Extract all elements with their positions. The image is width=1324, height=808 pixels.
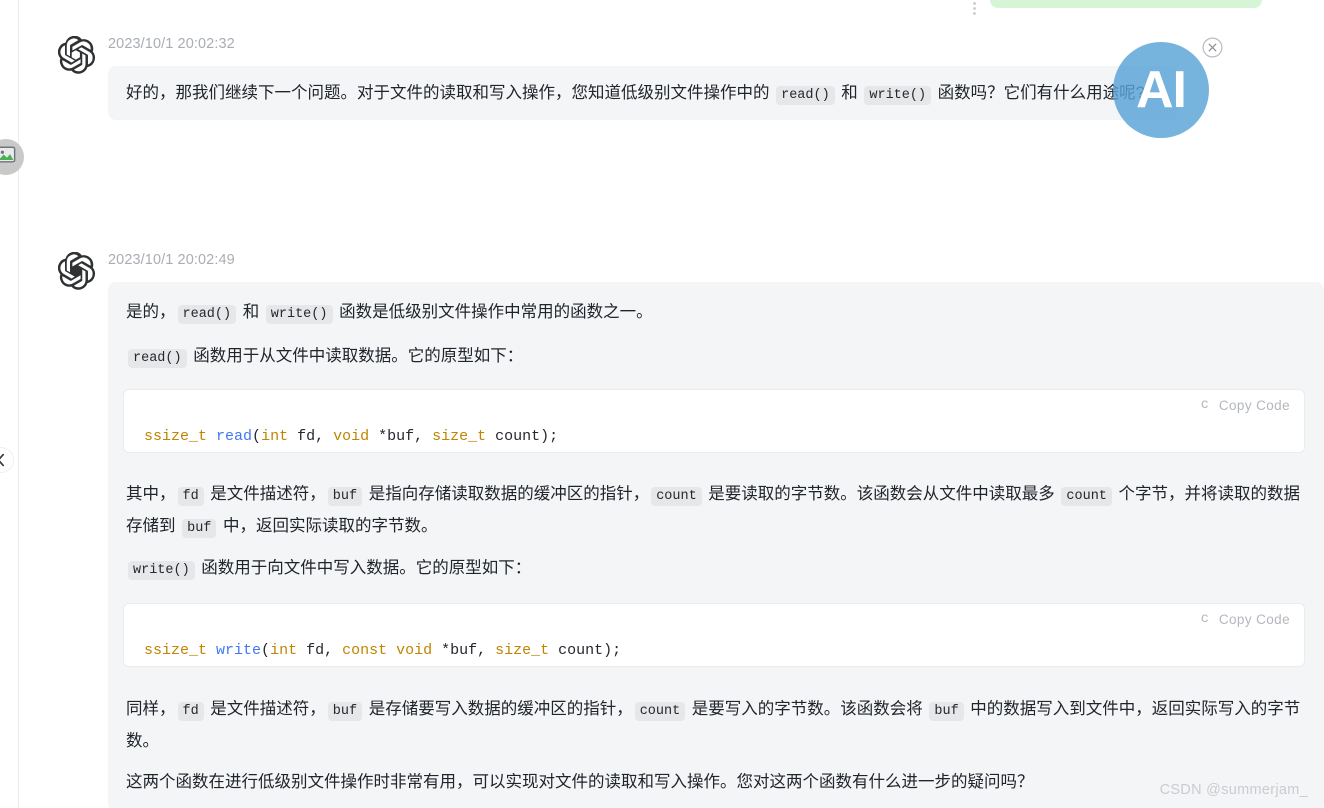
inline-code-buf: buf — [327, 702, 363, 721]
inline-code-fd: fd — [177, 702, 204, 721]
copy-code-button[interactable]: Copy Code — [1219, 398, 1290, 413]
openai-logo-icon — [58, 252, 96, 290]
ai-fab-label: AI — [1136, 61, 1187, 119]
assistant-message-bubble: 好的，那我们继续下一个问题。对于文件的读取和写入操作，您知道低级别文件操作中的 … — [108, 66, 1178, 121]
text-segment: 是指向存储读取数据的缓冲区的指针， — [364, 485, 650, 503]
code-token: write — [216, 642, 262, 659]
openai-logo-icon — [58, 36, 96, 74]
chat-page: 2023/10/1 20:02:32 好的，那我们继续下一个问题。对于文件的读取… — [0, 0, 1324, 808]
inline-code-read: read() — [177, 305, 237, 324]
code-token: size_t — [432, 428, 487, 445]
text-segment: 是存储要写入数据的缓冲区的指针， — [364, 700, 633, 718]
text-segment: 同样， — [126, 700, 176, 718]
previous-message-menu-icon[interactable] — [973, 2, 976, 15]
watermark: CSDN @summerjam_ — [1159, 782, 1308, 798]
code-token: void — [396, 642, 433, 659]
answer-paragraph-3: 其中， fd 是文件描述符， buf 是指向存储读取数据的缓冲区的指针， count … — [126, 478, 1308, 543]
answer-paragraph-4: write() 函数用于向文件中写入数据。它的原型如下： — [126, 552, 1308, 584]
text-segment: 是要读取的字节数。该函数会从文件中读取最多 — [703, 485, 1060, 503]
broken-image-icon — [0, 145, 17, 170]
code-language-label: c — [1200, 611, 1209, 627]
text-segment: 是的， — [126, 303, 176, 321]
previous-user-bubble-clipped — [990, 0, 1262, 8]
answer-paragraph-5: 同样， fd 是文件描述符， buf 是存储要写入数据的缓冲区的指针， count 是… — [126, 693, 1308, 757]
code-language-label: c — [1200, 397, 1209, 413]
text-segment: 是文件描述符， — [205, 485, 326, 503]
inline-code-read: read() — [128, 349, 187, 369]
avatar — [0, 139, 24, 175]
code-token: count); — [486, 428, 559, 445]
text-segment: 和 — [238, 303, 264, 321]
answer-paragraph-2: read() 函数用于从文件中读取数据。它的原型如下： — [108, 328, 1324, 372]
code-token: count); — [549, 642, 622, 659]
answer-paragraph-1: 是的， read() 和 write() 函数是低级别文件操作中常用的函数之一。 — [108, 296, 1324, 328]
inline-code-write: write() — [128, 561, 195, 580]
text-segment: 这两个函数在进行低级别文件操作时非常有用，可以实现对文件的读取和写入操作。您对这… — [126, 773, 1034, 791]
answer-paragraph-6: 这两个函数在进行低级别文件操作时非常有用，可以实现对文件的读取和写入操作。您对这… — [126, 766, 1308, 798]
inline-code-buf: buf — [929, 702, 964, 721]
code-block-header: c Copy Code — [124, 604, 1304, 634]
ai-assistant-fab[interactable]: AI — [1113, 42, 1209, 138]
code-token: const — [342, 642, 388, 659]
inline-code-read: read() — [776, 86, 835, 105]
code-token: fd, — [288, 428, 334, 445]
code-token: *buf, — [432, 642, 496, 659]
text-segment: 和 — [836, 84, 863, 102]
text-segment: 中，返回实际读取的字节数。 — [218, 517, 438, 536]
inline-code-count: count — [651, 487, 702, 506]
inline-code-write: write() — [265, 305, 333, 324]
inline-code-buf: buf — [182, 519, 217, 539]
inline-code-fd: fd — [177, 487, 204, 506]
inline-code-count: count — [634, 702, 686, 721]
code-token: int — [261, 428, 289, 445]
message-timestamp: 2023/10/1 20:02:32 — [108, 36, 235, 52]
code-block-content: ssize_t write(int fd, const void *buf, s… — [124, 634, 1304, 677]
code-block-content: ssize_t read(int fd, void *buf, size_t c… — [124, 420, 1304, 463]
code-token: ssize_t — [144, 428, 208, 445]
copy-code-button[interactable]: Copy Code — [1219, 612, 1290, 627]
ai-assistant-close-button[interactable] — [1202, 37, 1223, 58]
code-token: int — [270, 642, 298, 659]
code-token: size_t — [495, 642, 550, 659]
text-segment: 函数是低级别文件操作中常用的函数之一。 — [334, 303, 653, 321]
code-token: *buf, — [369, 428, 433, 445]
text-segment: 函数用于从文件中读取数据。它的原型如下： — [188, 347, 524, 366]
text-segment: 其中， — [126, 485, 176, 503]
code-token: ( — [261, 642, 271, 659]
code-token: void — [333, 428, 370, 445]
code-token: read — [216, 428, 253, 445]
code-token: ssize_t — [144, 642, 208, 659]
close-circle-icon — [1202, 37, 1223, 58]
text-segment: 是文件描述符， — [205, 700, 326, 718]
code-block-write: c Copy Code ssize_t write(int fd, const … — [123, 603, 1305, 667]
chevron-left-icon — [0, 453, 6, 467]
inline-code-write: write() — [864, 86, 932, 105]
code-token: fd, — [297, 642, 343, 659]
code-block-read: c Copy Code ssize_t read(int fd, void *b… — [123, 389, 1305, 453]
text-segment: 是要写入的字节数。该函数会将 — [687, 700, 928, 718]
code-block-header: c Copy Code — [124, 390, 1304, 420]
inline-code-buf: buf — [327, 487, 363, 506]
text-segment: 函数用于向文件中写入数据。它的原型如下： — [196, 559, 532, 577]
inline-code-count: count — [1061, 487, 1112, 506]
code-token: ( — [252, 428, 262, 445]
assistant-message-text: 好的，那我们继续下一个问题。对于文件的读取和写入操作，您知道低级别文件操作中的 … — [126, 77, 1160, 109]
text-segment: 好的，那我们继续下一个问题。对于文件的读取和写入操作，您知道低级别文件操作中的 — [126, 84, 775, 102]
message-timestamp: 2023/10/1 20:02:49 — [108, 252, 235, 268]
